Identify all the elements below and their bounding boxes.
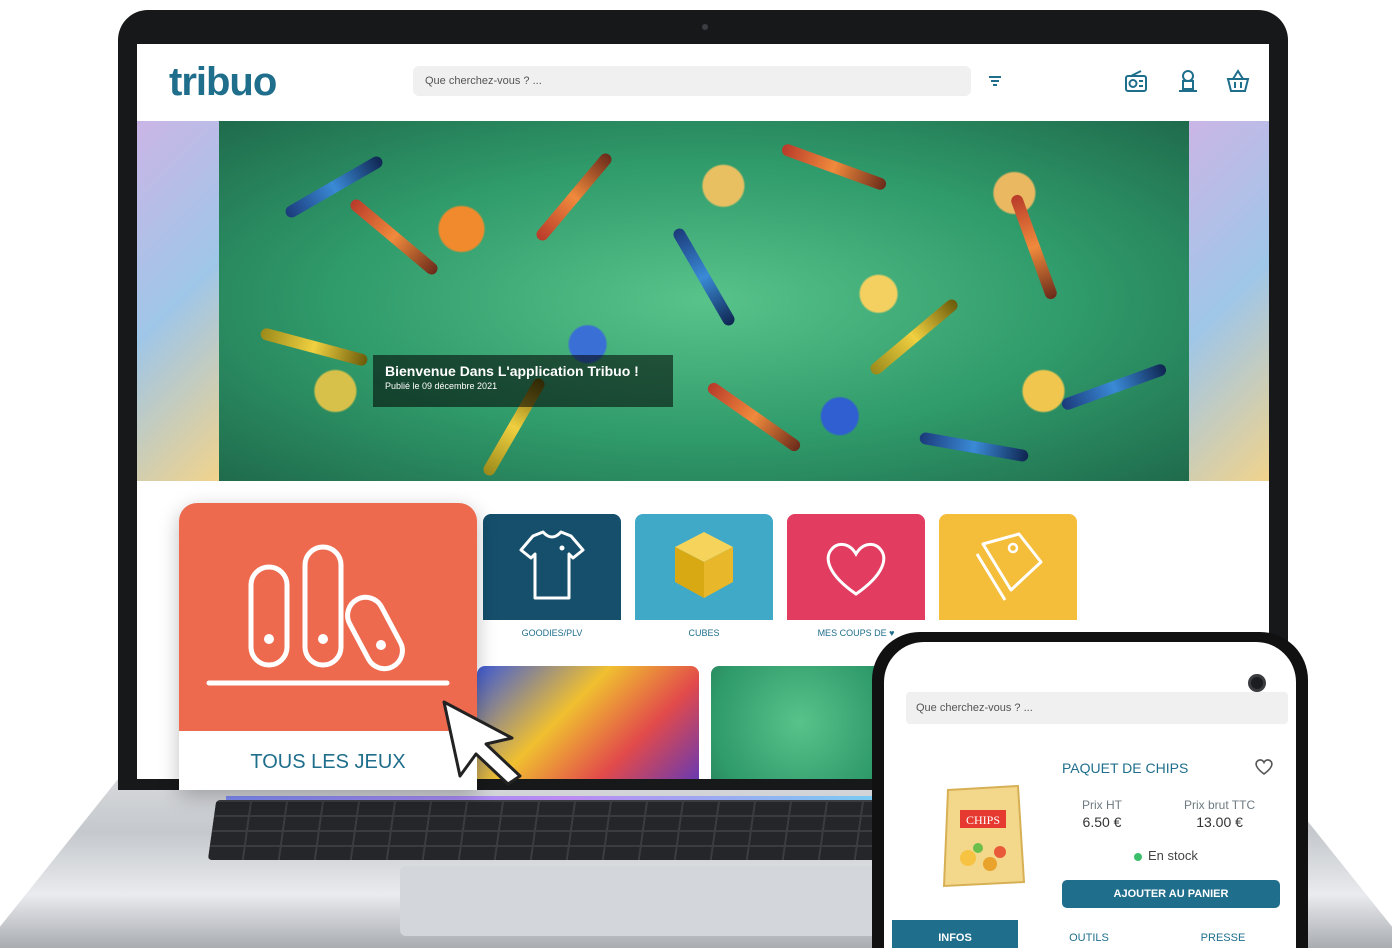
product-title: PAQUET DE CHIPS <box>1062 760 1189 776</box>
tab-presse[interactable]: PRESSE <box>1160 920 1286 948</box>
all-games-card[interactable]: TOUS LES JEUX <box>179 503 477 790</box>
category-favorites[interactable] <box>787 514 925 620</box>
phone-frame: Que cherchez-vous ? ... CHIPS PAQUET DE … <box>872 632 1308 948</box>
carousel-next-slide[interactable] <box>1189 121 1269 481</box>
hero-title: Bienvenue Dans L'application Tribuo ! <box>385 363 639 379</box>
category-label: CUBES <box>688 628 720 638</box>
all-games-label: TOUS LES JEUX <box>250 751 406 773</box>
basket-icon[interactable] <box>1225 68 1251 94</box>
stock-status: En stock <box>1134 848 1198 863</box>
shelf-icon <box>206 544 450 686</box>
heart-icon <box>826 543 886 596</box>
cursor-icon <box>442 700 522 786</box>
price-ttc-block: Prix brut TTC 13.00 € <box>1184 798 1255 830</box>
tag-icon <box>975 532 1043 601</box>
keyboard <box>207 800 917 860</box>
hero-caption: Bienvenue Dans L'application Tribuo ! Pu… <box>373 355 673 407</box>
radio-icon[interactable] <box>1123 68 1149 94</box>
price-ht-value: 6.50 € <box>1082 814 1122 830</box>
phone-search-input[interactable]: Que cherchez-vous ? ... <box>906 692 1288 724</box>
camera-icon <box>702 24 708 30</box>
category-promos[interactable] <box>939 514 1077 620</box>
hero-date: Publié le 09 décembre 2021 <box>385 381 498 391</box>
tab-infos[interactable]: INFOS <box>892 920 1018 948</box>
price-ttc-label: Prix brut TTC <box>1184 798 1256 812</box>
price-ht-block: Prix HT 6.50 € <box>1082 798 1122 830</box>
user-icon[interactable] <box>1175 68 1201 94</box>
category-cubes[interactable] <box>635 514 773 620</box>
tab-outils[interactable]: OUTILS <box>1026 920 1152 948</box>
logo[interactable]: tribuo <box>169 60 277 105</box>
all-games-card-header <box>179 503 477 731</box>
stock-text: En stock <box>1148 848 1198 863</box>
cube-icon <box>675 532 733 598</box>
price-ttc-value: 13.00 € <box>1196 814 1243 830</box>
filter-icon[interactable] <box>987 72 1003 90</box>
carousel-prev-slide[interactable] <box>137 121 219 481</box>
search-input[interactable]: Que cherchez-vous ? ... <box>413 66 971 96</box>
phone-camera-icon <box>1248 674 1266 692</box>
product-image-text: CHIPS <box>966 813 1000 827</box>
add-to-cart-button[interactable]: AJOUTER AU PANIER <box>1062 880 1280 908</box>
phone-screen: Que cherchez-vous ? ... CHIPS PAQUET DE … <box>884 642 1296 948</box>
trackpad <box>400 866 880 936</box>
stock-indicator <box>1134 852 1142 861</box>
category-label: GOODIES/PLV <box>521 628 583 638</box>
hero-banner[interactable]: Bienvenue Dans L'application Tribuo ! Pu… <box>219 121 1189 481</box>
favorite-heart-icon[interactable] <box>1254 758 1274 776</box>
product-image[interactable]: CHIPS <box>938 782 1028 892</box>
product-tabs: INFOS OUTILS PRESSE <box>884 920 1296 948</box>
category-goodies[interactable] <box>483 514 621 620</box>
price-ht-label: Prix HT <box>1082 798 1122 812</box>
tshirt-icon <box>519 530 585 600</box>
